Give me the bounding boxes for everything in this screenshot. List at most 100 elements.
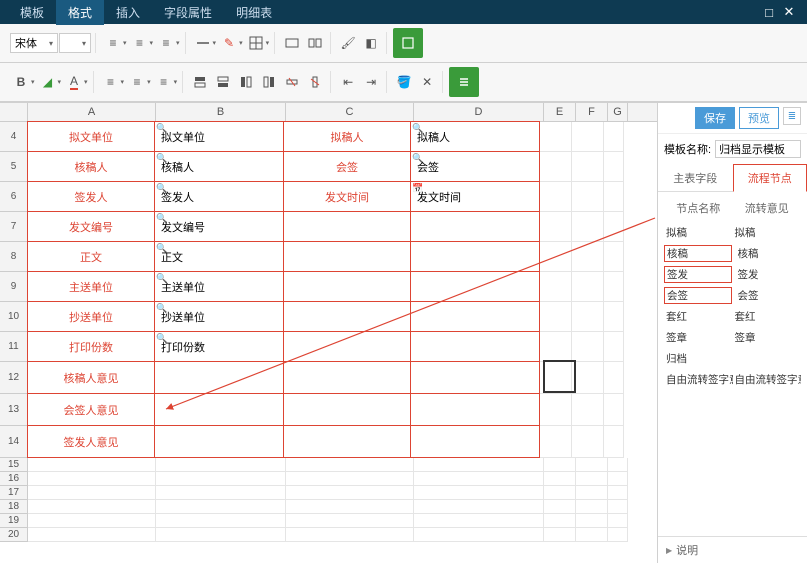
menu-insert[interactable]: 插入 [104, 0, 152, 25]
cell-G13[interactable] [604, 394, 624, 426]
col-header-B[interactable]: B [156, 103, 286, 121]
cell-B5[interactable]: 🔍核稿人 [154, 151, 284, 182]
paint-bucket-icon[interactable]: 🪣 [393, 71, 415, 93]
menu-format[interactable]: 格式 [56, 0, 104, 25]
cell-F6[interactable] [572, 182, 604, 212]
cell-D4[interactable]: 🔍拟稿人 [410, 121, 540, 152]
side-row-0[interactable]: 拟稿拟稿 [664, 222, 801, 243]
row-header-19[interactable]: 19 [0, 514, 28, 528]
row-header-13[interactable]: 13 [0, 394, 28, 426]
cell-E19[interactable] [544, 514, 576, 528]
row-header-15[interactable]: 15 [0, 458, 28, 472]
cell-B8[interactable]: 🔍正文 [154, 241, 284, 272]
cell-A10[interactable]: 抄送单位 [27, 301, 155, 332]
cell-C12[interactable] [283, 361, 411, 394]
cell-C6[interactable]: 发文时间 [283, 181, 411, 212]
cell-G6[interactable] [604, 182, 624, 212]
cell-F8[interactable] [572, 242, 604, 272]
cell-C5[interactable]: 会签 [283, 151, 411, 182]
cell-D9[interactable] [410, 271, 540, 302]
row-header-11[interactable]: 11 [0, 332, 28, 362]
cell-D13[interactable] [410, 393, 540, 426]
cell-A17[interactable] [28, 486, 156, 500]
fill-color-icon[interactable]: ◢ [37, 71, 59, 93]
side-row-3[interactable]: 会签会签 [664, 285, 801, 306]
cell-F18[interactable] [576, 500, 608, 514]
row-header-18[interactable]: 18 [0, 500, 28, 514]
cell-F20[interactable] [576, 528, 608, 542]
clear-format-icon[interactable]: ✕ [416, 71, 438, 93]
cell-G10[interactable] [604, 302, 624, 332]
cell-C9[interactable] [283, 271, 411, 302]
cell-G7[interactable] [604, 212, 624, 242]
cell-A4[interactable]: 拟文单位 [27, 121, 155, 152]
cell-E5[interactable] [540, 152, 572, 182]
cell-C16[interactable] [286, 472, 414, 486]
cell-F12[interactable] [572, 362, 604, 394]
side-row-4[interactable]: 套红套红 [664, 306, 801, 327]
cell-E4[interactable] [540, 122, 572, 152]
cell-E20[interactable] [544, 528, 576, 542]
font-family-select[interactable]: 宋体 ▾ [10, 33, 58, 53]
cell-F4[interactable] [572, 122, 604, 152]
spreadsheet[interactable]: ABCDEFG4拟文单位🔍拟文单位拟稿人🔍拟稿人5核稿人🔍核稿人会签🔍会签6签发… [0, 103, 657, 563]
menu-field-props[interactable]: 字段属性 [152, 0, 224, 25]
delete-row-icon[interactable] [281, 71, 303, 93]
col-header-F[interactable]: F [576, 103, 608, 121]
row-header-7[interactable]: 7 [0, 212, 28, 242]
row-header-8[interactable]: 8 [0, 242, 28, 272]
indent-decrease-icon[interactable]: ⇤ [337, 71, 359, 93]
col-header-A[interactable]: A [28, 103, 156, 121]
row-header-5[interactable]: 5 [0, 152, 28, 182]
cell-C4[interactable]: 拟稿人 [283, 121, 411, 152]
action-green-2-icon[interactable] [449, 67, 479, 97]
cell-G20[interactable] [608, 528, 628, 542]
cell-A15[interactable] [28, 458, 156, 472]
row-header-14[interactable]: 14 [0, 426, 28, 458]
format-painter-icon[interactable]: 🖌 [337, 32, 359, 54]
cell-G19[interactable] [608, 514, 628, 528]
cell-E15[interactable] [544, 458, 576, 472]
cell-D14[interactable] [410, 425, 540, 458]
cell-A12[interactable]: 核稿人意见 [27, 361, 155, 394]
cell-F16[interactable] [576, 472, 608, 486]
cell-E14[interactable] [540, 426, 572, 458]
row-header-16[interactable]: 16 [0, 472, 28, 486]
cell-C18[interactable] [286, 500, 414, 514]
insert-col-right-icon[interactable] [258, 71, 280, 93]
side-row-5[interactable]: 签章签章 [664, 327, 801, 348]
cell-C11[interactable] [283, 331, 411, 362]
col-header-E[interactable]: E [544, 103, 576, 121]
align-center-2-icon[interactable]: ≡ [126, 71, 148, 93]
pencil-icon[interactable]: ✎ [218, 32, 240, 54]
cell-B12[interactable] [154, 361, 284, 394]
cell-C13[interactable] [283, 393, 411, 426]
cell-D19[interactable] [414, 514, 544, 528]
col-header-C[interactable]: C [286, 103, 414, 121]
cell-B17[interactable] [156, 486, 286, 500]
cell-F9[interactable] [572, 272, 604, 302]
font-size-select[interactable]: ▾ [59, 33, 91, 53]
cell-F10[interactable] [572, 302, 604, 332]
cell-A14[interactable]: 签发人意见 [27, 425, 155, 458]
window-maximize-icon[interactable]: □ [759, 5, 779, 20]
cell-B4[interactable]: 🔍拟文单位 [154, 121, 284, 152]
cell-E9[interactable] [540, 272, 572, 302]
cell-A5[interactable]: 核稿人 [27, 151, 155, 182]
cell-F5[interactable] [572, 152, 604, 182]
cell-C10[interactable] [283, 301, 411, 332]
row-header-12[interactable]: 12 [0, 362, 28, 394]
cell-A16[interactable] [28, 472, 156, 486]
side-footer-toggle[interactable]: ▶ 说明 [658, 536, 807, 563]
row-header-20[interactable]: 20 [0, 528, 28, 542]
cell-D6[interactable]: 📅发文时间 [410, 181, 540, 212]
cell-A18[interactable] [28, 500, 156, 514]
cell-E16[interactable] [544, 472, 576, 486]
cell-E6[interactable] [540, 182, 572, 212]
delete-col-icon[interactable] [304, 71, 326, 93]
cell-A7[interactable]: 发文编号 [27, 211, 155, 242]
cell-F19[interactable] [576, 514, 608, 528]
border-icon[interactable] [245, 32, 267, 54]
cell-G8[interactable] [604, 242, 624, 272]
cell-F13[interactable] [572, 394, 604, 426]
